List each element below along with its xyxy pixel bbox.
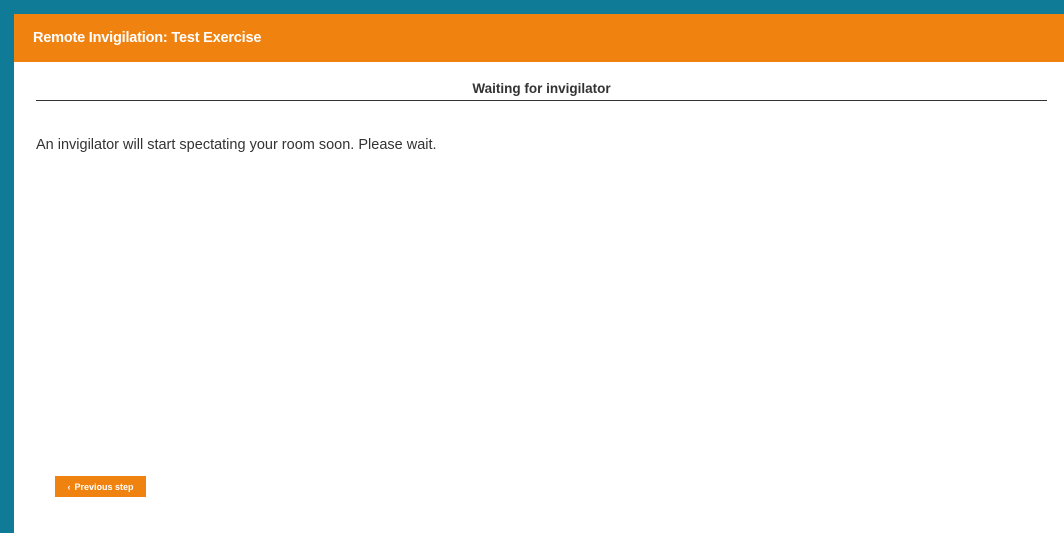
- window-frame: Remote Invigilation: Test Exercise Waiti…: [0, 0, 1064, 533]
- step-divider: [36, 100, 1047, 101]
- previous-step-button[interactable]: ‹ Previous step: [55, 476, 146, 497]
- waiting-message: An invigilator will start spectating you…: [36, 137, 437, 153]
- page-title: Remote Invigilation: Test Exercise: [33, 30, 262, 46]
- header-bar: Remote Invigilation: Test Exercise: [14, 14, 1064, 62]
- content-panel: Remote Invigilation: Test Exercise Waiti…: [14, 14, 1064, 533]
- previous-step-label: Previous step: [74, 481, 134, 492]
- chevron-left-icon: ‹: [67, 481, 71, 492]
- step-title: Waiting for invigilator: [472, 81, 611, 96]
